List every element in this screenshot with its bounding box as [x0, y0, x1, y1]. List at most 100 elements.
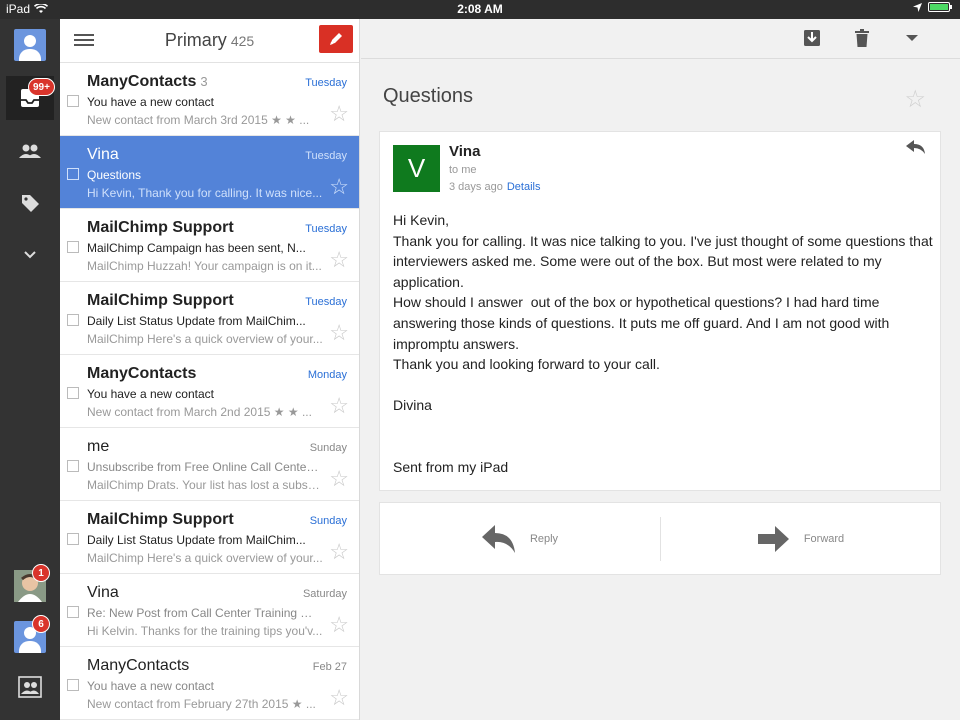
- message-date: Tuesday: [305, 296, 347, 308]
- details-link[interactable]: Details: [507, 181, 541, 193]
- star-icon[interactable]: ☆: [904, 85, 926, 114]
- thread-count: 3: [200, 74, 208, 89]
- archive-icon: [804, 30, 820, 46]
- message-row[interactable]: Vina Tuesday Questions Hi Kevin, Thank you …: [60, 136, 359, 209]
- message-subject: You have a new contact: [87, 387, 214, 401]
- sender-name: ManyContacts: [87, 365, 197, 382]
- contact-card-icon: [18, 676, 42, 698]
- star-icon[interactable]: ☆: [329, 687, 349, 709]
- message-row[interactable]: ManyContacts Feb 27 You have a new contact…: [60, 647, 359, 720]
- recipient-line: to me: [449, 164, 477, 176]
- body-line: Thank you and looking forward to your ca…: [393, 356, 660, 373]
- message-row[interactable]: me Sunday Unsubscribe from Free Online Cal…: [60, 428, 359, 501]
- forward-button[interactable]: Forward: [661, 503, 941, 574]
- message-snippet: MailChimp Here's a quick overview of you…: [87, 332, 323, 346]
- inbox-badge: 99+: [28, 78, 55, 96]
- sender-name: ManyContacts: [87, 73, 197, 90]
- message-row[interactable]: MailChimp Support Tuesday Daily List Statu…: [60, 282, 359, 355]
- message-snippet: New contact from February 27th 2015 ★ ..…: [87, 697, 316, 711]
- star-icon[interactable]: ☆: [329, 249, 349, 271]
- list-title: Primary 425: [60, 30, 359, 51]
- message-card: V Vina to me 3 days ago Details Hi Kevin,…: [379, 131, 941, 491]
- message-sender: ManyContacts 3: [87, 73, 208, 91]
- battery-icon: [928, 2, 952, 12]
- message-snippet: New contact from March 3rd 2015 ★ ★ ...: [87, 113, 310, 127]
- message-snippet: New contact from March 2nd 2015 ★ ★ ...: [87, 405, 312, 419]
- contacts-button[interactable]: [6, 129, 54, 173]
- tag-icon: [22, 195, 39, 212]
- body-line: [393, 437, 933, 458]
- manage-accounts-button[interactable]: [6, 665, 54, 709]
- message-row[interactable]: Vina Saturday Re: New Post from Call Cente…: [60, 574, 359, 647]
- dropdown-icon: [906, 35, 918, 41]
- labels-button[interactable]: [6, 181, 54, 225]
- reply-button[interactable]: Reply: [380, 503, 660, 574]
- account-1-button[interactable]: 1: [6, 564, 54, 608]
- star-icon[interactable]: ☆: [329, 395, 349, 417]
- message-row[interactable]: MailChimp Support Tuesday MailChimp Campai…: [60, 209, 359, 282]
- quick-reply-button[interactable]: [906, 140, 926, 159]
- select-checkbox[interactable]: [67, 168, 79, 180]
- message-date: Feb 27: [312, 661, 347, 673]
- sender-avatar: V: [393, 145, 440, 192]
- star-icon[interactable]: ☆: [329, 541, 349, 563]
- message-date: Saturday: [302, 588, 347, 600]
- archive-button[interactable]: [802, 28, 822, 48]
- select-checkbox[interactable]: [67, 606, 79, 618]
- expand-button[interactable]: [6, 233, 54, 277]
- message-sender: Vina: [87, 146, 123, 164]
- message-sender: MailChimp Support: [87, 511, 238, 529]
- list-header: Primary 425: [60, 19, 359, 63]
- select-checkbox[interactable]: [67, 387, 79, 399]
- select-checkbox[interactable]: [67, 241, 79, 253]
- select-checkbox[interactable]: [67, 679, 79, 691]
- select-checkbox[interactable]: [67, 460, 79, 472]
- delete-button[interactable]: [852, 28, 872, 48]
- sender-name: Vina: [87, 146, 119, 163]
- message-subject: MailChimp Campaign has been sent, N...: [87, 241, 306, 255]
- sender-name: MailChimp Support: [87, 511, 234, 528]
- status-bar: iPad 2:08 AM: [0, 0, 960, 19]
- message-row[interactable]: ManyContacts 3 Tuesday You have a new conta…: [60, 63, 359, 136]
- compose-button[interactable]: [319, 25, 353, 53]
- star-icon[interactable]: ☆: [329, 176, 349, 198]
- reading-toolbar: [361, 19, 960, 59]
- star-icon[interactable]: ☆: [329, 103, 349, 125]
- sender-name: ManyContacts: [87, 657, 190, 674]
- select-checkbox[interactable]: [67, 533, 79, 545]
- message-sender: ManyContacts: [87, 365, 200, 383]
- sender-name: MailChimp Support: [87, 219, 234, 236]
- folder-name: Primary: [164, 30, 227, 50]
- account-2-button[interactable]: 6: [6, 615, 54, 659]
- body-line: Divina: [393, 397, 432, 414]
- message-subject: Re: New Post from Call Center Training T…: [87, 606, 319, 620]
- left-rail: 99+ 1 6: [0, 19, 60, 720]
- account-switcher[interactable]: [6, 23, 54, 67]
- reading-pane: Questions ☆ V Vina to me 3 days ago Detai…: [361, 19, 960, 720]
- message-sender: MailChimp Support: [87, 292, 238, 310]
- inbox-button[interactable]: 99+: [6, 76, 55, 120]
- message-snippet: Hi Kelvin. Thanks for the training tips …: [87, 624, 323, 638]
- message-subject: Unsubscribe from Free Online Call Center…: [87, 460, 319, 474]
- sender-name: Vina: [87, 584, 119, 601]
- star-icon[interactable]: ☆: [329, 468, 349, 490]
- message-date: Sunday: [309, 442, 347, 454]
- message-row[interactable]: MailChimp Support Sunday Daily List Status…: [60, 501, 359, 574]
- sender-name: MailChimp Support: [87, 292, 234, 309]
- select-checkbox[interactable]: [67, 314, 79, 326]
- star-icon[interactable]: ☆: [329, 322, 349, 344]
- more-options-button[interactable]: [902, 28, 922, 48]
- message-row[interactable]: ManyContacts Monday You have a new contact…: [60, 355, 359, 428]
- message-list: ManyContacts 3 Tuesday You have a new conta…: [60, 63, 359, 720]
- body-line: [393, 416, 933, 437]
- chevron-down-icon: [24, 251, 36, 259]
- select-checkbox[interactable]: [67, 95, 79, 107]
- message-list-pane: Primary 425 ManyContacts 3 Tuesday You have …: [60, 19, 360, 720]
- message-body: Hi Kevin, Thank you for calling. It was n…: [393, 210, 933, 478]
- body-line: How should I answer out of the box or hy…: [393, 294, 894, 352]
- star-icon[interactable]: ☆: [329, 614, 349, 636]
- message-subject: Questions: [87, 168, 142, 182]
- message-date: Sunday: [309, 515, 347, 527]
- pencil-icon: [330, 33, 342, 45]
- body-line: Sent from my iPad: [393, 459, 509, 476]
